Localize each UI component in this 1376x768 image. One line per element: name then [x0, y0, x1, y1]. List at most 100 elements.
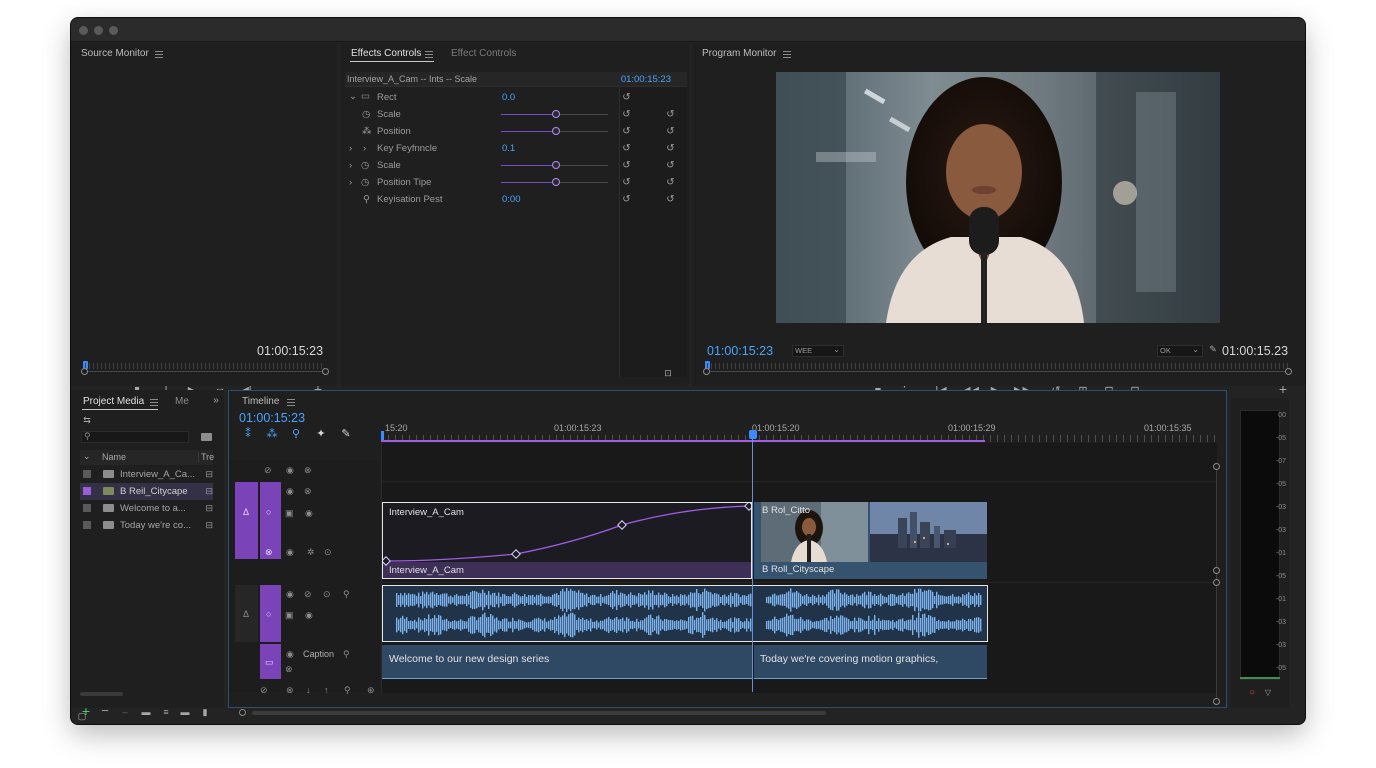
caption-clip-2[interactable]: Today we're covering motion graphics, [754, 645, 987, 679]
track-output-icon[interactable]: ▣ [285, 508, 294, 519]
track-eye-icon[interactable]: ◉ [286, 589, 294, 600]
add-marker-icon[interactable]: ✦ [315, 428, 327, 440]
tab-effect-controls-alt[interactable]: Effect Controls [451, 48, 516, 59]
video-clip-broll[interactable]: B Rol_Citto B Roll_Cityscape [754, 502, 987, 579]
status-bar-icon[interactable]: ▢ [77, 710, 87, 722]
effects-timecode[interactable]: 01:00:15:23 [621, 74, 671, 85]
linked-selection-icon[interactable]: ⁂ [266, 428, 278, 440]
source-in-handle[interactable] [81, 368, 88, 375]
track-eye-icon[interactable]: ◉ [286, 649, 294, 660]
meter-solo-icon[interactable]: ○ [1246, 687, 1258, 699]
zoom-handle-left[interactable] [239, 709, 246, 716]
tab-media[interactable]: Me [175, 396, 189, 407]
quality-select[interactable]: OK ⌄ [1157, 345, 1203, 357]
track-mic-icon[interactable]: ⚲ [343, 589, 350, 600]
program-scrub-ruler[interactable] [707, 363, 1289, 369]
icon-view-icon[interactable]: ▬ [141, 706, 151, 718]
program-video-frame[interactable] [776, 72, 1220, 323]
effect-row-position[interactable]: ⁂ Position ↺ ↺ [341, 123, 687, 140]
track-mic-icon[interactable]: ⚲ [344, 685, 351, 696]
zoom-window-button[interactable] [109, 26, 118, 35]
fit-select[interactable]: WEE ⌄ [792, 345, 844, 357]
new-bin-icon[interactable] [201, 433, 212, 441]
project-scrollbar[interactable] [80, 692, 123, 696]
remove-item-button[interactable]: − [99, 704, 111, 717]
minimize-window-button[interactable] [94, 26, 103, 35]
program-timecode-left[interactable]: 01:00:15:23 [707, 344, 773, 358]
meter-mute-icon[interactable]: ▽ [1263, 687, 1273, 699]
track-solo-icon[interactable]: ⊘ [304, 589, 312, 600]
track-add-icon[interactable]: ⊕ [367, 685, 375, 696]
project-item-broll[interactable]: B Reil_Citycape ⊟ [80, 483, 213, 500]
trash-icon[interactable]: ▮ [200, 706, 210, 718]
program-monitor-title[interactable]: Program Monitor [702, 48, 776, 59]
effect-row-position-tipe[interactable]: › ◷ Position Tipe ↺ ↺ [341, 174, 687, 191]
track-target-icon[interactable]: ⊙ [324, 547, 332, 558]
track-arrow-icon[interactable]: ↑ [324, 685, 329, 695]
source-scrub-ruler[interactable] [85, 363, 325, 369]
track-lock-icon[interactable]: ⊘ [264, 465, 272, 476]
track-lock-icon[interactable]: ⊘ [260, 685, 268, 696]
track-output-icon[interactable]: ▣ [285, 610, 294, 621]
wrench-icon[interactable]: ✎ [1208, 343, 1218, 355]
program-in-handle[interactable] [703, 368, 710, 375]
track-toggle-icon[interactable]: ○ [266, 507, 271, 517]
track-toggle-icon[interactable]: ○ [266, 609, 271, 619]
project-item-welcome[interactable]: Welcome to a... ⊟ [80, 500, 213, 517]
effect-row-scale-2[interactable]: › ◷ Scale ↺ ↺ [341, 157, 687, 174]
program-out-handle[interactable] [1285, 368, 1292, 375]
effects-controls-menu-icon[interactable] [425, 51, 433, 58]
effect-row-rect[interactable]: ⌄ ▭ Rect 0.0 ↺ [341, 89, 687, 106]
video-track-target-v2[interactable] [235, 482, 258, 559]
track-sync-icon[interactable]: ⊗ [304, 465, 312, 476]
sort-icon[interactable]: ≡ [161, 706, 171, 718]
keyframe-curve[interactable] [383, 503, 751, 578]
video-clip-interview[interactable]: Interview_A_Cam Interview_A_Cam [382, 502, 752, 579]
track-sync-icon[interactable]: ⊗ [304, 486, 312, 497]
new-folder-icon[interactable]: ▬ [180, 706, 190, 718]
track-eye-icon[interactable]: ◉ [305, 508, 313, 519]
tab-project-media[interactable]: Project Media [83, 396, 144, 407]
scroll-handle[interactable] [1213, 567, 1220, 574]
snap-icon[interactable]: ⁑ [242, 428, 254, 440]
overflow-chevron-icon[interactable]: » [211, 395, 221, 407]
timeline-start-marker[interactable] [381, 431, 384, 440]
project-settings-icon[interactable]: ⇆ [82, 414, 92, 426]
source-out-handle[interactable] [322, 368, 329, 375]
track-sync-icon[interactable]: ⊗ [285, 664, 293, 675]
scroll-handle[interactable] [1213, 698, 1220, 705]
effect-row-scale[interactable]: ◷ Scale ↺ ↺ [341, 106, 687, 123]
effect-row-keyisation[interactable]: ⚲ Keyisation Pest 0:00 ↺ ↺ [341, 191, 687, 208]
track-mic-icon[interactable]: ⚲ [343, 649, 350, 660]
track-eye-icon[interactable]: ◉ [305, 610, 313, 621]
track-eye-icon[interactable]: ◉ [286, 547, 294, 558]
track-lock-icon[interactable]: ✲ [307, 547, 315, 558]
column-tre-header[interactable]: Tre [198, 452, 214, 462]
close-window-button[interactable] [79, 26, 88, 35]
program-add-button[interactable]: + [1276, 382, 1290, 396]
track-eye-icon[interactable]: ◉ [286, 486, 294, 497]
search-input[interactable]: ⚲ [81, 431, 189, 443]
export-frame-icon[interactable]: ⊡ [663, 367, 673, 379]
timeline-search-icon[interactable]: ⚲ [290, 428, 302, 440]
audio-waveform-clip[interactable] [382, 585, 988, 642]
track-eye-icon[interactable]: ◉ [286, 465, 294, 476]
tab-effects-controls[interactable]: Effects Controls [351, 48, 421, 59]
project-menu-icon[interactable] [150, 399, 158, 406]
timeline-playhead-line[interactable] [752, 439, 753, 692]
track-arrow-icon[interactable]: ↓ [306, 685, 311, 695]
timeline-playhead-head[interactable] [749, 430, 757, 439]
effect-row-key[interactable]: › › Key Feyfnncle 0.1 ↺ ↺ [341, 140, 687, 157]
timeline-title[interactable]: Timeline [242, 396, 279, 407]
timeline-menu-icon[interactable] [287, 399, 295, 406]
source-monitor-title[interactable]: Source Monitor [81, 48, 149, 59]
list-view-icon[interactable]: – [120, 706, 130, 718]
work-area-bar[interactable] [381, 440, 985, 442]
program-monitor-menu-icon[interactable] [783, 51, 791, 58]
timeline-timecode[interactable]: 01:00:15:23 [239, 411, 305, 425]
column-name-header[interactable]: Name [102, 452, 126, 462]
project-item-today[interactable]: Today we're co... ⊟ [80, 517, 213, 534]
settings-wrench-icon[interactable]: ✎ [340, 428, 352, 440]
timeline-horizontal-scrollbar[interactable] [252, 711, 826, 715]
source-monitor-menu-icon[interactable] [155, 51, 163, 58]
